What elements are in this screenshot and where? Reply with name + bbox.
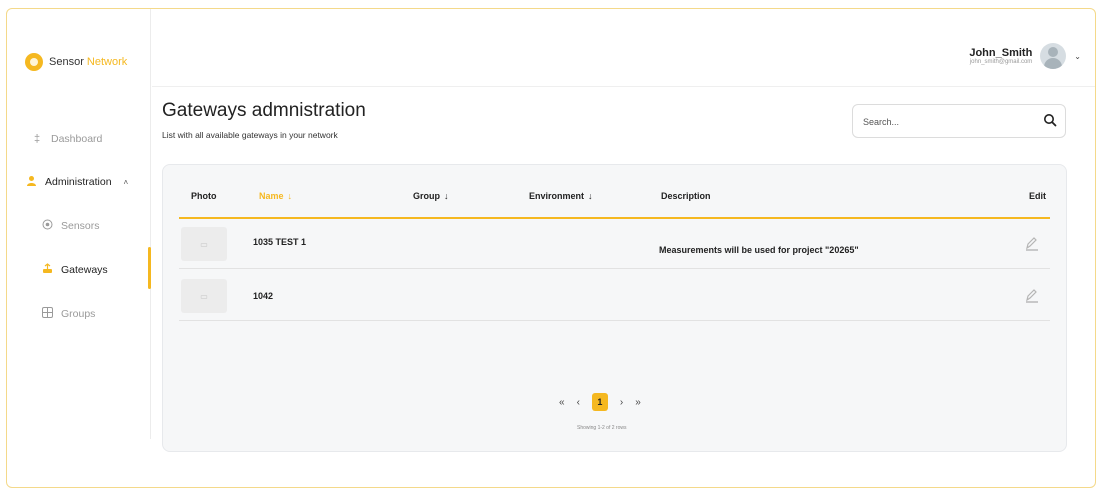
sort-arrow-down-icon: ↓: [444, 191, 449, 201]
gateway-name: 1042: [253, 291, 274, 301]
image-placeholder-icon: ▭: [200, 291, 208, 301]
avatar[interactable]: [1040, 43, 1067, 69]
pagination-summary: Showing 1-2 of 2 rows: [577, 425, 627, 431]
page-subtitle: List with all available gateways in your…: [162, 130, 338, 140]
sidebar-item-label: Groups: [61, 308, 96, 320]
table-row[interactable]: ▭ 1035 TEST 1 Measurements will be used …: [179, 219, 1050, 269]
sidebar-item-dashboard[interactable]: ‡ Dashboard: [31, 133, 102, 145]
sidebar-item-administration[interactable]: Administration ˄: [25, 175, 128, 189]
pagination: « ‹ 1 › »: [559, 393, 641, 411]
last-page-button[interactable]: »: [635, 397, 641, 408]
sidebar-item-sensors[interactable]: Sensors: [41, 219, 100, 233]
edit-icon[interactable]: [1025, 235, 1039, 251]
gateway-photo: ▭: [181, 279, 227, 313]
gauge-icon: ‡: [33, 133, 41, 145]
grid-icon: [41, 307, 53, 321]
first-page-button[interactable]: «: [559, 397, 565, 408]
gateway-name: 1035 TEST 1: [253, 237, 307, 247]
next-page-button[interactable]: ›: [620, 397, 623, 408]
table-row[interactable]: ▭ 1042: [179, 271, 1050, 321]
sensor-network-logo-icon: [25, 53, 43, 71]
page-number-button[interactable]: 1: [591, 393, 608, 411]
user-info: John_Smith john_smith@gmail.com: [969, 47, 1032, 65]
sensor-icon: [41, 219, 53, 233]
edit-icon[interactable]: [1025, 287, 1039, 303]
column-header-edit: Edit: [1029, 191, 1046, 201]
search-box: [852, 104, 1066, 138]
sidebar-item-label: Dashboard: [51, 133, 103, 145]
brand-name: Sensor Network: [49, 56, 128, 68]
user-email: john_smith@gmail.com: [969, 59, 1033, 65]
user-menu[interactable]: John_Smith john_smith@gmail.com ⌄: [969, 43, 1081, 69]
sidebar-item-label: Gateways: [61, 264, 108, 276]
sidebar-item-gateways[interactable]: Gateways: [41, 263, 108, 277]
gateway-description: Measurements will be used for project "2…: [659, 245, 859, 255]
admin-icon: [25, 175, 37, 189]
chevron-down-icon[interactable]: ⌄: [1074, 52, 1081, 61]
gateway-icon: [41, 263, 53, 277]
sidebar-item-label: Administration: [45, 176, 112, 188]
sidebar-item-groups[interactable]: Groups: [41, 307, 95, 321]
page-title: Gateways admnistration: [162, 100, 366, 121]
sidebar-item-label: Sensors: [61, 220, 100, 232]
gateway-photo: ▭: [181, 227, 227, 261]
active-indicator: [148, 247, 151, 289]
column-header-environment[interactable]: Environment ↓: [529, 191, 593, 201]
sort-arrow-down-icon: ↓: [588, 191, 593, 201]
column-header-photo: Photo: [191, 191, 217, 201]
search-input[interactable]: [863, 114, 1033, 130]
sort-arrow-down-icon: ↓: [287, 191, 293, 201]
image-placeholder-icon: ▭: [200, 239, 208, 249]
sidebar: Sensor Network ‡ Dashboard Administratio…: [7, 9, 151, 439]
column-header-description: Description: [661, 191, 711, 201]
search-icon[interactable]: [1043, 113, 1057, 127]
column-header-name[interactable]: Name ↓: [259, 191, 292, 201]
column-header-group[interactable]: Group ↓: [413, 191, 449, 201]
header: John_Smith john_smith@gmail.com ⌄: [152, 9, 1095, 87]
brand[interactable]: Sensor Network: [25, 53, 127, 71]
user-name: John_Smith: [969, 47, 1033, 59]
prev-page-button[interactable]: ‹: [577, 397, 580, 408]
gateways-table-card: Photo Name ↓ Group ↓ Environment ↓ Descript…: [162, 164, 1067, 452]
chevron-up-icon: ˄: [123, 177, 129, 187]
